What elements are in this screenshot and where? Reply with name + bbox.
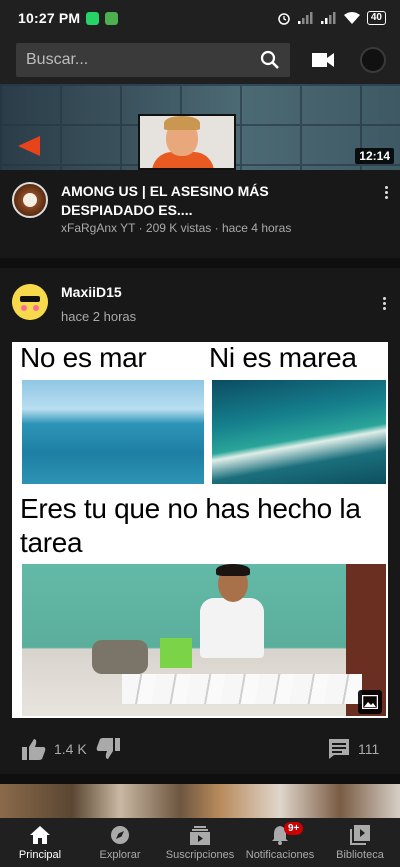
student-photo — [22, 564, 386, 716]
alarm-icon — [278, 13, 290, 25]
nav-principal[interactable]: Principal — [0, 818, 80, 867]
library-icon — [350, 825, 370, 845]
wave-image — [212, 380, 386, 484]
facecam-image — [138, 114, 236, 170]
post-actions: 1.4 K 111 — [0, 730, 400, 770]
download-icon — [105, 11, 119, 25]
comments-button[interactable]: 111 — [328, 738, 379, 760]
video-info[interactable]: AMONG US | EL ASESINO MÁS DESPIADADO ES.… — [0, 170, 400, 258]
post-author-avatar[interactable] — [12, 284, 48, 320]
like-count: 1.4 K — [54, 741, 87, 757]
video-camera-icon[interactable] — [312, 52, 334, 68]
comment-icon — [329, 739, 349, 759]
video-duration: 12:14 — [355, 148, 394, 164]
status-bar: 10:27 PM 40 — [0, 0, 400, 36]
separator — [0, 258, 400, 268]
top-app-bar — [0, 36, 400, 84]
nav-label: Suscripciones — [165, 849, 235, 861]
meme-text-3: Eres tu que no has hecho la tarea — [20, 493, 361, 558]
image-icon — [358, 690, 382, 714]
thumbs-down-icon — [96, 738, 120, 759]
nav-notificaciones[interactable]: 9+ Notificaciones — [240, 818, 320, 867]
post-author[interactable]: MaxiiD15 — [61, 284, 122, 300]
search-input[interactable] — [26, 51, 260, 69]
home-icon — [30, 826, 50, 844]
subscriptions-icon — [190, 826, 210, 845]
post-image[interactable]: No es mar Ni es marea Eres tu que no has… — [12, 342, 388, 718]
like-button[interactable]: 1.4 K — [22, 738, 87, 760]
signal-icon — [297, 12, 313, 24]
nav-label: Explorar — [99, 849, 141, 861]
next-post-preview[interactable] — [0, 784, 400, 818]
post-time: hace 2 horas — [61, 309, 137, 324]
thumbs-up-icon — [22, 739, 46, 760]
calm-sea-image — [22, 380, 204, 484]
nav-explorar[interactable]: Explorar — [80, 818, 160, 867]
meme-text-1: No es mar — [20, 342, 147, 373]
notification-badge: 9+ — [284, 822, 304, 835]
signal-icon-2 — [320, 12, 336, 24]
account-avatar[interactable] — [360, 47, 386, 73]
whatsapp-icon — [86, 11, 100, 25]
post-menu-icon[interactable] — [374, 293, 394, 313]
nav-label: Notificaciones — [245, 849, 315, 861]
nav-biblioteca[interactable]: Biblioteca — [320, 818, 400, 867]
video-meta: xFaRgAnx YT · 209 K vistas · hace 4 hora… — [61, 221, 292, 235]
nav-label: Principal — [18, 849, 62, 861]
video-title[interactable]: AMONG US | EL ASESINO MÁS DESPIADADO ES.… — [61, 182, 361, 220]
arrow-graphic — [18, 136, 40, 156]
wifi-icon — [343, 12, 360, 24]
channel-avatar[interactable] — [12, 182, 48, 218]
video-thumbnail[interactable]: 12:14 — [0, 84, 400, 170]
bottom-navigation: Principal Explorar Suscripciones 9+ Noti… — [0, 818, 400, 867]
search-icon[interactable] — [260, 50, 280, 70]
dislike-button[interactable] — [96, 738, 120, 760]
comment-count: 111 — [358, 741, 380, 757]
clock: 10:27 PM — [18, 10, 81, 26]
meme-text-2: Ni es marea — [209, 342, 357, 373]
nav-suscripciones[interactable]: Suscripciones — [160, 818, 240, 867]
video-menu-icon[interactable] — [376, 182, 396, 202]
separator — [0, 774, 400, 784]
battery-indicator: 40 — [366, 11, 386, 25]
search-box[interactable] — [16, 43, 290, 77]
compass-icon — [111, 826, 129, 844]
nav-label: Biblioteca — [336, 849, 384, 861]
